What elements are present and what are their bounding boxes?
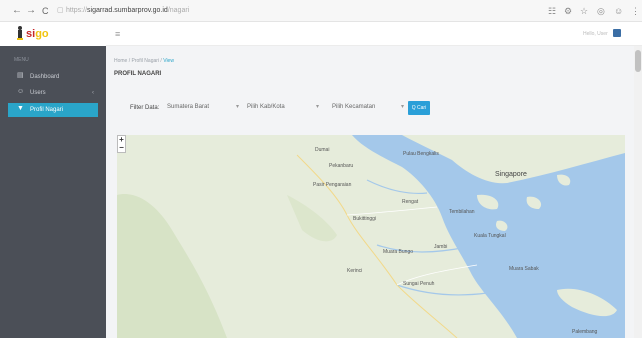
sidebar-item-users[interactable]: ☺ Users ‹ [8,86,98,100]
province-select[interactable]: Sumatera Barat ▾ [167,100,239,114]
map-place-label: Jambi [434,244,448,250]
menu-toggle-icon[interactable]: ≡ [115,28,120,40]
avatar[interactable] [613,29,621,37]
kecamatan-select-value: Pilih Kecamatan [332,104,376,110]
breadcrumb-mid[interactable]: Profil Nagari [132,58,160,64]
profile-icon[interactable]: ◎ [597,5,605,17]
kabkota-select-value: Pilih Kab/Kota [247,104,285,110]
breadcrumb-current: View [163,58,174,64]
logo-text-a: si [26,28,36,40]
map-place-label: Kerinci [347,268,363,274]
map-place-label: Rengat [402,199,419,205]
chevron-down-icon: ▾ [315,104,319,110]
account-icon[interactable]: ☺ [614,5,623,17]
app-header: sigo ≡ Hello, User [0,22,642,46]
kecamatan-select[interactable]: Pilih Kecamatan ▾ [332,100,404,114]
province-select-value: Sumatera Barat [167,104,210,110]
breadcrumb: Home / Profil Nagari / View [114,58,174,64]
user-name[interactable]: Hello, User [583,30,608,38]
reload-icon[interactable]: C [42,5,49,17]
back-icon[interactable]: ← [12,5,22,17]
map-zoom-control: + − [117,135,126,153]
map-place-label: Kuala Tungkal [474,233,506,239]
map-place-label: Palembang [572,329,598,335]
forward-icon[interactable]: → [26,5,36,17]
browser-toolbar: ← → C ▢ https://sigarrad.sumbarprov.go.i… [0,0,642,22]
sidebar-item-label: Dashboard [30,74,60,80]
search-button[interactable]: Q Cari [408,101,430,115]
chevron-down-icon: ▾ [400,104,404,110]
kabkota-select[interactable]: Pilih Kab/Kota ▾ [247,100,319,114]
app-logo[interactable]: sigo [0,22,106,46]
sidebar-item-label: Users [30,90,46,96]
map-place-label: Bukittinggi [353,216,377,222]
breadcrumb-home[interactable]: Home [114,58,127,64]
logo-text-b: go [35,28,49,40]
sidebar-item-profil-nagari[interactable]: ▼ Profil Nagari [8,103,98,117]
map-place-label: Sungai Penuh [403,281,435,287]
extension-icon[interactable]: ⚙ [564,5,572,17]
sidebar-item-dashboard[interactable]: ▤ Dashboard [8,70,98,84]
sidebar-section-label: MENU [14,57,29,63]
url-host: sigarrad.sumbarprov.go.id [87,7,168,14]
sidebar: MENU ▤ Dashboard ☺ Users ‹ ▼ Profil Naga… [0,46,106,338]
url-path: /nagari [167,7,190,14]
menu-dots-icon[interactable]: ⋮ [631,5,640,17]
map-place-label: Pekanbaru [329,163,354,169]
map-place-label: Tembilahan [449,209,475,215]
chevron-down-icon: ▾ [235,104,239,110]
page-scrollbar[interactable] [634,46,642,338]
zoom-out-button[interactable]: − [118,144,125,152]
chevron-left-icon: ‹ [92,90,94,96]
address-bar[interactable]: https://sigarrad.sumbarprov.go.id/nagari [66,5,189,17]
map-land [117,135,625,338]
map-place-label: Pulau Bengkalis [403,151,439,157]
map-place-label: Dumai [315,147,330,153]
sidebar-item-label: Profil Nagari [30,107,64,113]
map-marker-icon: ▼ [17,105,24,112]
map-place-label: Singapore [495,171,527,178]
logo-figure-icon [17,26,23,40]
dashboard-icon: ▤ [17,72,24,79]
scrollbar-thumb[interactable] [635,50,641,72]
map-place-label: Pasir Pengaraian [313,182,352,188]
map-place-label: Muara Bungo [383,249,414,255]
filter-label: Filter Data: [130,105,160,111]
lock-icon: ▢ [57,7,64,14]
star-icon[interactable]: ☆ [580,5,588,17]
page-title: PROFIL NAGARI [114,71,162,77]
user-icon: ☺ [17,88,25,95]
map-place-label: Muara Sabak [509,266,539,272]
translate-icon[interactable]: ☷ [548,5,556,17]
map-view[interactable]: + − Pekanbaru Singapore Dumai Pulau Beng… [117,135,625,338]
url-protocol: https:// [66,7,88,14]
